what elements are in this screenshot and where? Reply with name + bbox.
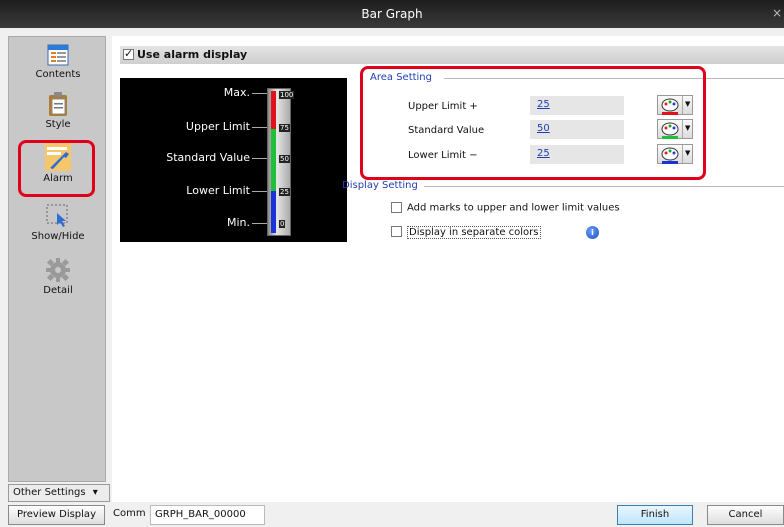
sidebar-item-show-hide[interactable]: Show/Hide: [9, 203, 107, 242]
scale-label: 75: [279, 124, 290, 132]
sidebar-item-label: Show/Hide: [31, 231, 85, 242]
sidebar-item-contents[interactable]: Contents: [9, 43, 107, 80]
comm-label: Comm: [113, 508, 146, 519]
preview-label-min: Min.: [226, 216, 250, 229]
add-marks-option[interactable]: Add marks to upper and lower limit value…: [391, 202, 620, 214]
alarm-highlight: [18, 140, 95, 197]
upper-zone-bar: [271, 91, 276, 129]
comm-name-field[interactable]: GRPH_BAR_00000: [150, 505, 265, 525]
preview-label-max: Max.: [223, 86, 250, 99]
close-icon[interactable]: ×: [772, 6, 784, 20]
add-marks-label: Add marks to upper and lower limit value…: [407, 202, 620, 214]
window-title: Bar Graph: [361, 7, 423, 21]
preview-display-button[interactable]: Preview Display: [8, 505, 105, 525]
finish-button[interactable]: Finish: [617, 505, 693, 525]
scale-label: 50: [279, 155, 290, 163]
bar-graph-preview: Max. Upper Limit Standard Value Lower Li…: [120, 78, 347, 242]
use-alarm-row: Use alarm display: [120, 46, 784, 64]
contents-icon: [47, 44, 69, 66]
other-settings-label: Other Settings: [13, 487, 86, 498]
gear-icon: [46, 258, 70, 282]
info-icon[interactable]: i: [586, 226, 599, 239]
use-alarm-label: Use alarm display: [137, 48, 248, 61]
clipboard-icon: [49, 92, 67, 116]
scale-label: 0: [279, 220, 286, 228]
title-bar: Bar Graph ×: [0, 0, 784, 28]
use-alarm-checkbox[interactable]: [123, 47, 134, 60]
sidebar-item-detail[interactable]: Detail: [9, 257, 107, 296]
display-setting-title: Display Setting: [342, 180, 418, 191]
sidebar-item-style[interactable]: Style: [9, 91, 107, 130]
scale-label: 100: [279, 91, 295, 99]
sidebar: Contents Style Alarm Show/Hide Detail: [8, 36, 106, 482]
main-panel: Use alarm display Max. Upper Limit Stand…: [112, 36, 784, 502]
bar-gauge: 100 75 50 25 0: [267, 88, 295, 236]
separate-colors-label: Display in separate colors: [407, 225, 541, 239]
area-setting-highlight: [360, 66, 706, 180]
separate-colors-option[interactable]: Display in separate colors: [391, 225, 541, 239]
chevron-down-icon: ▾: [92, 487, 98, 498]
preview-label-lower: Lower Limit: [186, 184, 250, 197]
scale-label: 25: [279, 188, 290, 196]
preview-label-upper: Upper Limit: [185, 120, 250, 133]
sidebar-item-label: Detail: [43, 285, 73, 296]
sidebar-item-label: Contents: [35, 69, 81, 80]
separate-colors-checkbox[interactable]: [391, 226, 402, 237]
lower-zone-bar: [271, 191, 276, 233]
pointer-icon: [46, 204, 68, 227]
standard-zone-bar: [271, 129, 276, 191]
other-settings-dropdown[interactable]: Other Settings ▾: [8, 484, 110, 502]
add-marks-checkbox[interactable]: [391, 202, 402, 213]
sidebar-item-label: Style: [45, 119, 71, 130]
preview-label-standard: Standard Value: [166, 151, 250, 164]
cancel-button[interactable]: Cancel: [707, 505, 784, 525]
